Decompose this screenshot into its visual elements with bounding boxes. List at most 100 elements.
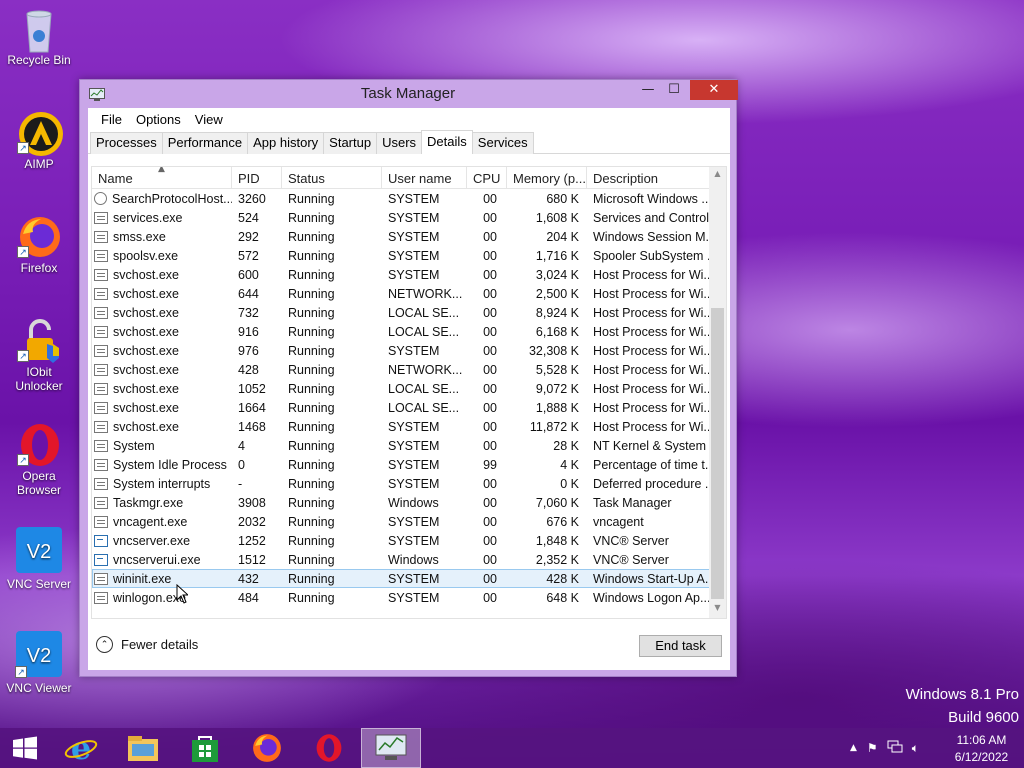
table-row[interactable]: svchost.exe 1468 Running SYSTEM 00 11,872 K Ho… [92,417,726,436]
cell-status: Running [288,552,335,567]
maximize-button[interactable]: ☐ [660,80,688,100]
process-icon [94,287,108,300]
tab-processes[interactable]: Processes [90,132,163,154]
column-header-memory[interactable]: Memory (p... [507,167,587,189]
cell-name: svchost.exe [92,420,232,434]
taskbar-task-manager[interactable] [361,728,421,768]
desktop-icon-vnc-server[interactable]: V2 VNC Server [4,526,74,591]
cell-name: vncagent.exe [92,515,232,529]
menu-view[interactable]: View [188,112,230,127]
column-header-user-name[interactable]: User name [382,167,467,189]
cell-pid: 600 [238,267,259,282]
table-row[interactable]: svchost.exe 644 Running NETWORK... 00 2,500 K… [92,284,726,303]
menu-options[interactable]: Options [129,112,188,127]
cell-memory: 11,872 K [529,419,579,434]
cell-status: Running [288,286,335,301]
cell-status: Running [288,305,335,320]
table-row[interactable]: svchost.exe 976 Running SYSTEM 00 32,308 K Hos… [92,341,726,360]
tab-app-history[interactable]: App history [247,132,325,154]
end-task-button[interactable]: End task [639,635,722,657]
cell-description: Spooler SubSystem ... [593,248,709,263]
cell-description: Windows Logon Ap... [593,590,709,605]
process-name: smss.exe [113,229,166,244]
table-row[interactable]: Taskmgr.exe 3908 Running Windows 00 7,060 K Ta… [92,493,726,512]
cell-name: svchost.exe [92,401,232,415]
menu-file[interactable]: File [94,112,129,127]
table-row[interactable]: System Idle Process 0 Running SYSTEM 99 4 K Pe… [92,455,726,474]
table-row[interactable]: vncserverui.exe 1512 Running Windows 00 2,352… [92,550,726,569]
cell-description: Host Process for Wi... [593,305,709,320]
desktop-icon-firefox[interactable]: ↗ Firefox [4,214,74,275]
cell-cpu: 00 [483,248,497,263]
desktop-icon-iobit-unlocker[interactable]: ↗ IObit Unlocker [4,318,74,393]
cell-name: System Idle Process [92,458,232,472]
fewer-details-button[interactable]: ⌃ Fewer details [96,636,198,653]
process-icon [94,572,108,585]
table-row[interactable]: svchost.exe 732 Running LOCAL SE... 00 8,924 … [92,303,726,322]
column-header-pid[interactable]: PID [232,167,282,189]
taskbar-internet-explorer[interactable]: e [51,728,111,768]
cell-pid: 524 [238,210,259,225]
tab-performance[interactable]: Performance [161,132,249,154]
cell-name: vncserver.exe [92,534,232,548]
show-hidden-icons-icon[interactable]: ▲ [850,743,857,753]
tab-startup[interactable]: Startup [323,132,378,154]
process-name: svchost.exe [113,400,180,415]
column-header-description[interactable]: Description [587,167,709,189]
desktop-icon-aimp[interactable]: ↗ AIMP [4,110,74,171]
cell-name: System interrupts [92,477,232,491]
table-row[interactable]: services.exe 524 Running SYSTEM 00 1,608 K Ser… [92,208,726,227]
cell-user-name: LOCAL SE... [388,400,460,415]
table-row[interactable]: System 4 Running SYSTEM 00 28 K NT Kernel & Sy… [92,436,726,455]
cell-memory: 4 K [560,457,579,472]
table-row[interactable]: vncserver.exe 1252 Running SYSTEM 00 1,848 K V… [92,531,726,550]
table-row[interactable]: svchost.exe 1664 Running LOCAL SE... 00 1,888… [92,398,726,417]
cell-name: winlogon.exe [92,591,232,605]
tab-services[interactable]: Services [471,132,534,154]
scroll-down-icon[interactable]: ▼ [709,603,726,612]
start-button[interactable] [0,728,50,768]
cell-name: svchost.exe [92,382,232,396]
table-row[interactable]: System interrupts - Running SYSTEM 00 0 K Defe… [92,474,726,493]
cell-name: svchost.exe [92,344,232,358]
scrollbar-thumb[interactable] [711,308,724,599]
desktop-icon-vnc-viewer[interactable]: V2 ↗ VNC Viewer [4,630,74,695]
volume-icon[interactable]: 🔈︎ [912,741,919,756]
cell-memory: 204 K [546,229,579,244]
column-header-cpu[interactable]: CPU [467,167,507,189]
flag-icon[interactable]: ⚑ [867,741,878,755]
process-icon [94,420,108,433]
table-row[interactable]: vncagent.exe 2032 Running SYSTEM 00 676 K vnca… [92,512,726,531]
desktop-icon-opera[interactable]: ↗ Opera Browser [4,422,74,497]
clock[interactable]: 11:06 AM 6/12/2022 [944,732,1019,766]
column-header-status[interactable]: Status [282,167,382,189]
table-row[interactable]: smss.exe 292 Running SYSTEM 00 204 K Windows S… [92,227,726,246]
mouse-cursor-icon [176,583,190,604]
table-row[interactable]: spoolsv.exe 572 Running SYSTEM 00 1,716 K Spoo… [92,246,726,265]
taskbar-store[interactable] [175,728,235,768]
table-row[interactable]: svchost.exe 600 Running SYSTEM 00 3,024 K Host… [92,265,726,284]
minimize-button[interactable]: — [634,80,662,100]
close-button[interactable]: ✕ [690,80,738,100]
cell-status: Running [288,514,335,529]
cell-description: Task Manager [593,495,672,510]
desktop-icon-recycle-bin[interactable]: Recycle Bin [4,6,74,67]
taskbar-firefox[interactable] [237,728,297,768]
cell-pid: - [238,476,243,491]
taskbar-opera[interactable] [299,728,359,768]
process-name: svchost.exe [113,305,180,320]
table-row[interactable]: svchost.exe 916 Running LOCAL SE... 00 6,168 … [92,322,726,341]
table-row[interactable]: svchost.exe 428 Running NETWORK... 00 5,528 K… [92,360,726,379]
svg-text:V2: V2 [27,645,51,667]
table-row[interactable]: SearchProtocolHost.... 3260 Running SYSTEM 0… [92,189,726,208]
cell-memory: 1,888 K [535,400,579,415]
table-row[interactable]: svchost.exe 1052 Running LOCAL SE... 00 9,072… [92,379,726,398]
tab-details[interactable]: Details [421,130,473,154]
scroll-up-icon[interactable]: ▲ [709,169,726,178]
taskbar-file-explorer[interactable] [113,728,173,768]
vertical-scrollbar[interactable]: ▲ ▼ [709,167,726,618]
cell-status: Running [288,476,335,491]
tab-users[interactable]: Users [376,132,423,154]
network-icon[interactable] [887,740,903,757]
title-bar[interactable]: Task Manager — ☐ ✕ [80,80,738,108]
